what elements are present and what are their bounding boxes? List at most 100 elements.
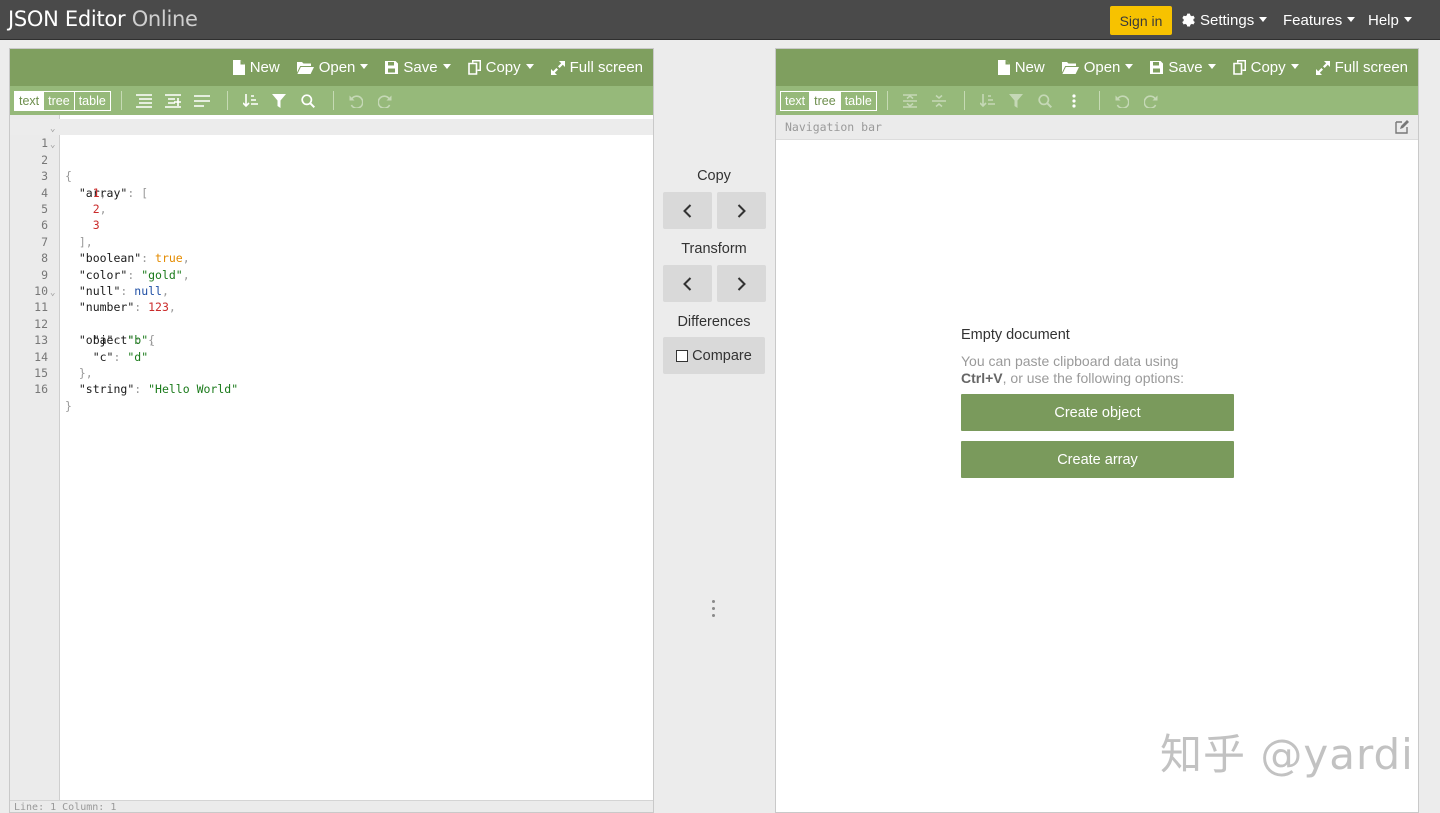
code-line: 3 1, — [10, 152, 653, 199]
compare-label: Compare — [692, 347, 752, 364]
copy-to-left-button[interactable] — [663, 192, 712, 229]
undo-icon — [349, 94, 364, 108]
left-save-button[interactable]: Save — [385, 59, 451, 76]
edit-icon[interactable] — [1394, 119, 1410, 135]
search-button[interactable] — [294, 86, 323, 115]
folder-open-icon — [296, 62, 314, 74]
code-line: 2 ⌄ "array": [ — [10, 135, 653, 199]
copy-section-label: Copy — [697, 168, 731, 184]
code-line: 13 "c": "d" — [10, 316, 653, 363]
right-save-button[interactable]: Save — [1150, 59, 1216, 76]
left-open-button[interactable]: Open — [296, 59, 369, 76]
right-fullscreen-button[interactable]: Full screen — [1315, 59, 1408, 76]
create-object-button[interactable]: Create object — [961, 394, 1234, 431]
smart-format-button[interactable] — [159, 86, 188, 115]
toolbar-divider — [1098, 91, 1100, 110]
left-mode-table[interactable]: table — [75, 92, 110, 110]
right-open-button[interactable]: Open — [1061, 59, 1134, 76]
search-button[interactable] — [1031, 86, 1060, 115]
copy-to-right-button[interactable] — [717, 192, 766, 229]
expand-all-button[interactable] — [896, 86, 925, 115]
collapse-all-button[interactable] — [925, 86, 954, 115]
differences-section-label: Differences — [677, 314, 751, 330]
filter-button[interactable] — [1002, 86, 1031, 115]
right-fullscreen-label: Full screen — [1334, 59, 1408, 76]
filter-button[interactable] — [265, 86, 294, 115]
empty-document-title: Empty document — [961, 327, 1070, 343]
app-logo[interactable]: JSON Editor Online — [8, 7, 198, 31]
right-open-label: Open — [1083, 59, 1121, 76]
redo-icon — [1144, 94, 1158, 108]
left-new-label: New — [249, 59, 280, 76]
format-button[interactable] — [130, 86, 159, 115]
redo-icon — [378, 94, 392, 108]
left-editor-panel: New Open Save Copy Full screen text tree… — [9, 48, 654, 813]
code-line: 5 3 — [10, 185, 653, 232]
panel-resize-handle[interactable] — [712, 600, 716, 618]
transform-to-right-button[interactable] — [717, 265, 766, 302]
app-header: JSON Editor Online Sign in Settings Feat… — [0, 0, 1440, 40]
left-open-label: Open — [318, 59, 356, 76]
undo-button[interactable] — [1108, 86, 1137, 115]
right-menu-bar: New Open Save Copy Full screen — [776, 49, 1418, 86]
right-mode-text[interactable]: text — [781, 91, 811, 110]
right-mode-tree[interactable]: tree — [810, 91, 841, 110]
code-line: 15 "string": "Hello World" — [10, 349, 653, 396]
more-options-button[interactable] — [1060, 86, 1089, 115]
format-icon — [136, 93, 153, 108]
sort-button[interactable] — [973, 86, 1002, 115]
navigation-bar-label: Navigation bar — [785, 120, 882, 134]
create-array-button[interactable]: Create array — [961, 441, 1234, 478]
code-line: 12 "a": "b", — [10, 299, 653, 347]
json-key: "string" — [78, 382, 135, 397]
folder-open-icon — [1061, 62, 1079, 74]
help-menu[interactable]: Help — [1368, 0, 1412, 40]
save-icon — [1150, 61, 1164, 74]
redo-button[interactable] — [371, 86, 400, 115]
sign-in-button[interactable]: Sign in — [1110, 6, 1172, 35]
chevron-right-icon — [737, 276, 746, 291]
chevron-right-icon — [737, 203, 746, 218]
line-number: 16 — [34, 382, 48, 397]
code-editor[interactable]: 1 ⌄ { 2 ⌄ "array": [ 3 1, 4 2, 5 3 6 ], — [10, 115, 653, 812]
hint-shortcut: Ctrl+V — [961, 369, 1003, 386]
chevron-left-icon — [683, 203, 692, 218]
redo-button[interactable] — [1137, 86, 1166, 115]
toolbar-divider — [120, 91, 122, 110]
navigation-bar[interactable]: Navigation bar — [776, 115, 1418, 140]
caret-down-icon — [360, 64, 369, 69]
left-mode-tree[interactable]: tree — [44, 91, 75, 110]
transform-to-left-button[interactable] — [663, 265, 712, 302]
left-new-button[interactable]: New — [232, 59, 280, 76]
right-copy-button[interactable]: Copy — [1232, 59, 1299, 76]
caret-down-icon — [1259, 16, 1268, 22]
checkbox-icon — [676, 349, 689, 362]
code-line: 10 "number": 123, — [10, 267, 653, 314]
search-icon — [301, 93, 316, 108]
features-menu[interactable]: Features — [1283, 0, 1356, 40]
left-fullscreen-button[interactable]: Full screen — [550, 59, 643, 76]
code-line: 11 ⌄ "object": { — [10, 283, 653, 347]
transform-section-label: Transform — [681, 241, 747, 257]
right-mode-table[interactable]: table — [841, 92, 876, 110]
search-icon — [1038, 93, 1053, 108]
left-menu-bar: New Open Save Copy Full screen — [10, 49, 653, 86]
code-line: 7 "boolean": true, — [10, 217, 653, 265]
right-new-button[interactable]: New — [997, 59, 1045, 76]
left-mode-text[interactable]: text — [15, 91, 45, 110]
sort-icon — [242, 93, 258, 107]
new-file-icon — [997, 60, 1010, 75]
settings-menu[interactable]: Settings — [1181, 0, 1268, 40]
filter-icon — [1009, 93, 1024, 108]
compare-toggle[interactable]: Compare — [663, 337, 765, 374]
editor-status-bar: Line: 1 Column: 1 — [10, 800, 653, 812]
compact-button[interactable] — [188, 86, 217, 115]
undo-icon — [1115, 94, 1130, 108]
left-copy-button[interactable]: Copy — [467, 59, 534, 76]
undo-button[interactable] — [342, 86, 371, 115]
new-file-icon — [232, 60, 245, 75]
caret-down-icon — [1207, 64, 1216, 69]
features-label: Features — [1283, 11, 1343, 29]
sort-button[interactable] — [236, 86, 265, 115]
sort-icon — [979, 93, 995, 107]
